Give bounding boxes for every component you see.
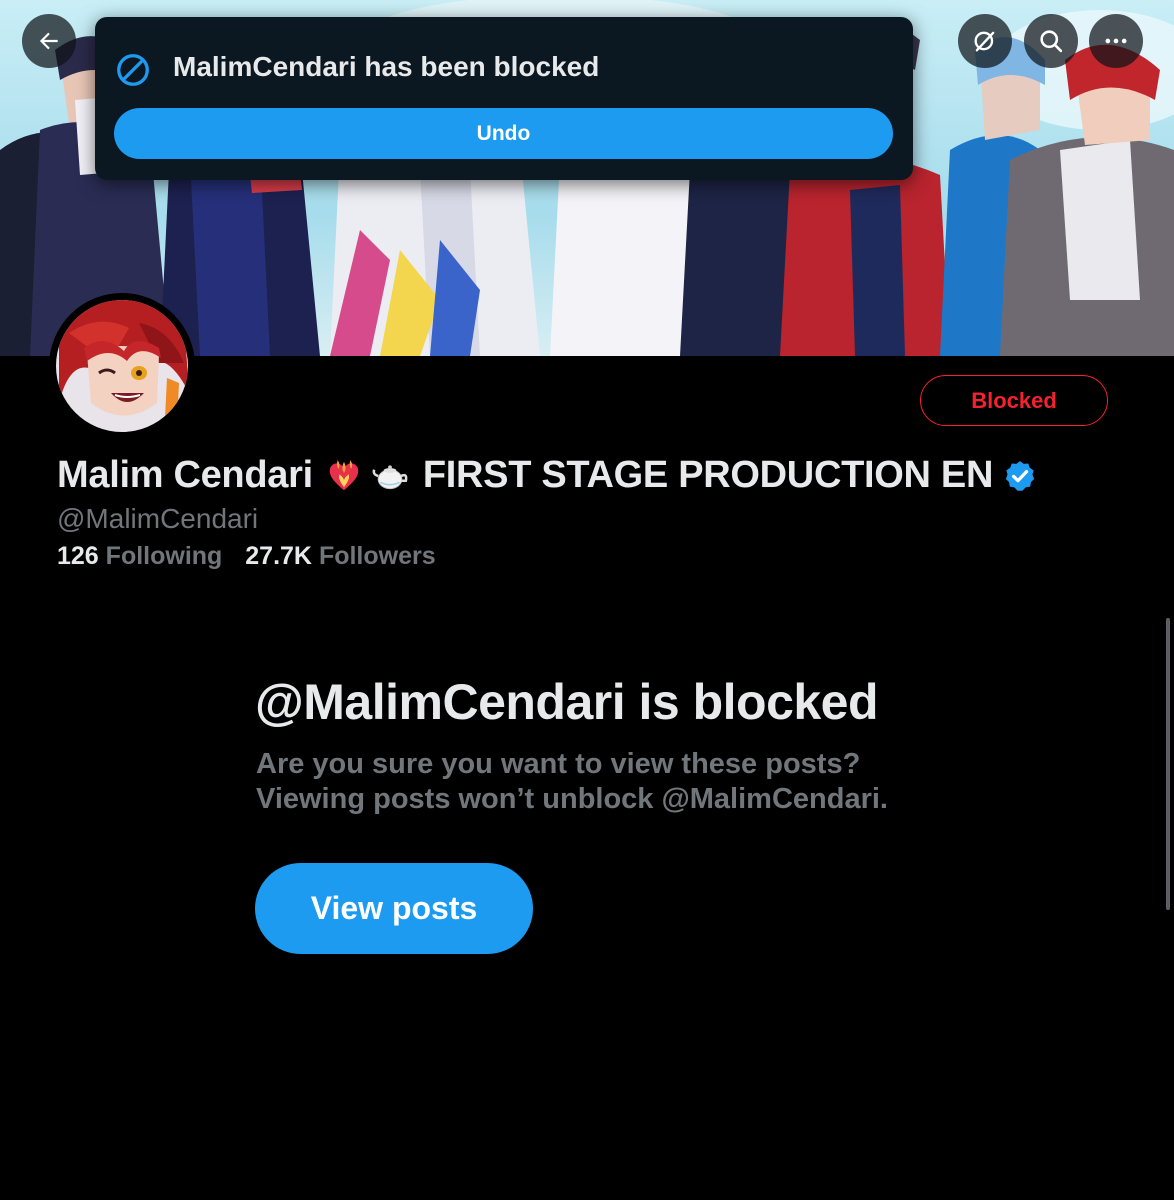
teapot-emoji [371,457,409,495]
more-options-button[interactable] [1089,14,1143,68]
display-name: Malim Cendari FIRST STAGE PRODUCTION EN [57,454,1037,497]
heart-on-fire-emoji [325,457,363,495]
blocked-notice-description: Are you sure you want to view these post… [256,747,888,817]
profile-handle: @MalimCendari [57,503,259,534]
blocked-button[interactable]: Blocked [920,375,1108,426]
grok-icon [971,27,999,55]
back-button[interactable] [22,14,76,68]
followers-link[interactable]: 27.7K Followers [245,542,435,571]
undo-button[interactable]: Undo [114,108,893,159]
blocked-notice-line-2: Viewing posts won’t unblock @MalimCendar… [256,783,888,815]
avatar-image [52,296,192,436]
following-link[interactable]: 126 Following [57,542,222,571]
followers-label: Followers [318,542,436,570]
block-icon [115,52,151,88]
more-icon [1102,27,1130,55]
following-count: 126 [57,542,99,570]
following-label: Following [105,542,223,570]
grok-button[interactable] [958,14,1012,68]
search-button[interactable] [1024,14,1078,68]
view-posts-button[interactable]: View posts [255,863,533,954]
avatar[interactable] [49,293,195,439]
followers-count: 27.7K [245,542,312,570]
follow-stats: 126 Following 27.7K Followers [57,542,436,571]
blocked-toast: MalimCendari has been blocked Undo [95,17,913,180]
search-icon [1037,27,1065,55]
blocked-notice-title: @MalimCendari is blocked [255,674,879,730]
scrollbar[interactable] [1166,618,1170,910]
verified-badge-icon[interactable] [1003,459,1037,493]
display-name-suffix: FIRST STAGE PRODUCTION EN [422,454,994,496]
blocked-notice-line-1: Are you sure you want to view these post… [256,748,861,780]
arrow-left-icon [36,28,62,54]
display-name-text: Malim Cendari [57,454,313,496]
toast-message: MalimCendari has been blocked [173,51,600,82]
